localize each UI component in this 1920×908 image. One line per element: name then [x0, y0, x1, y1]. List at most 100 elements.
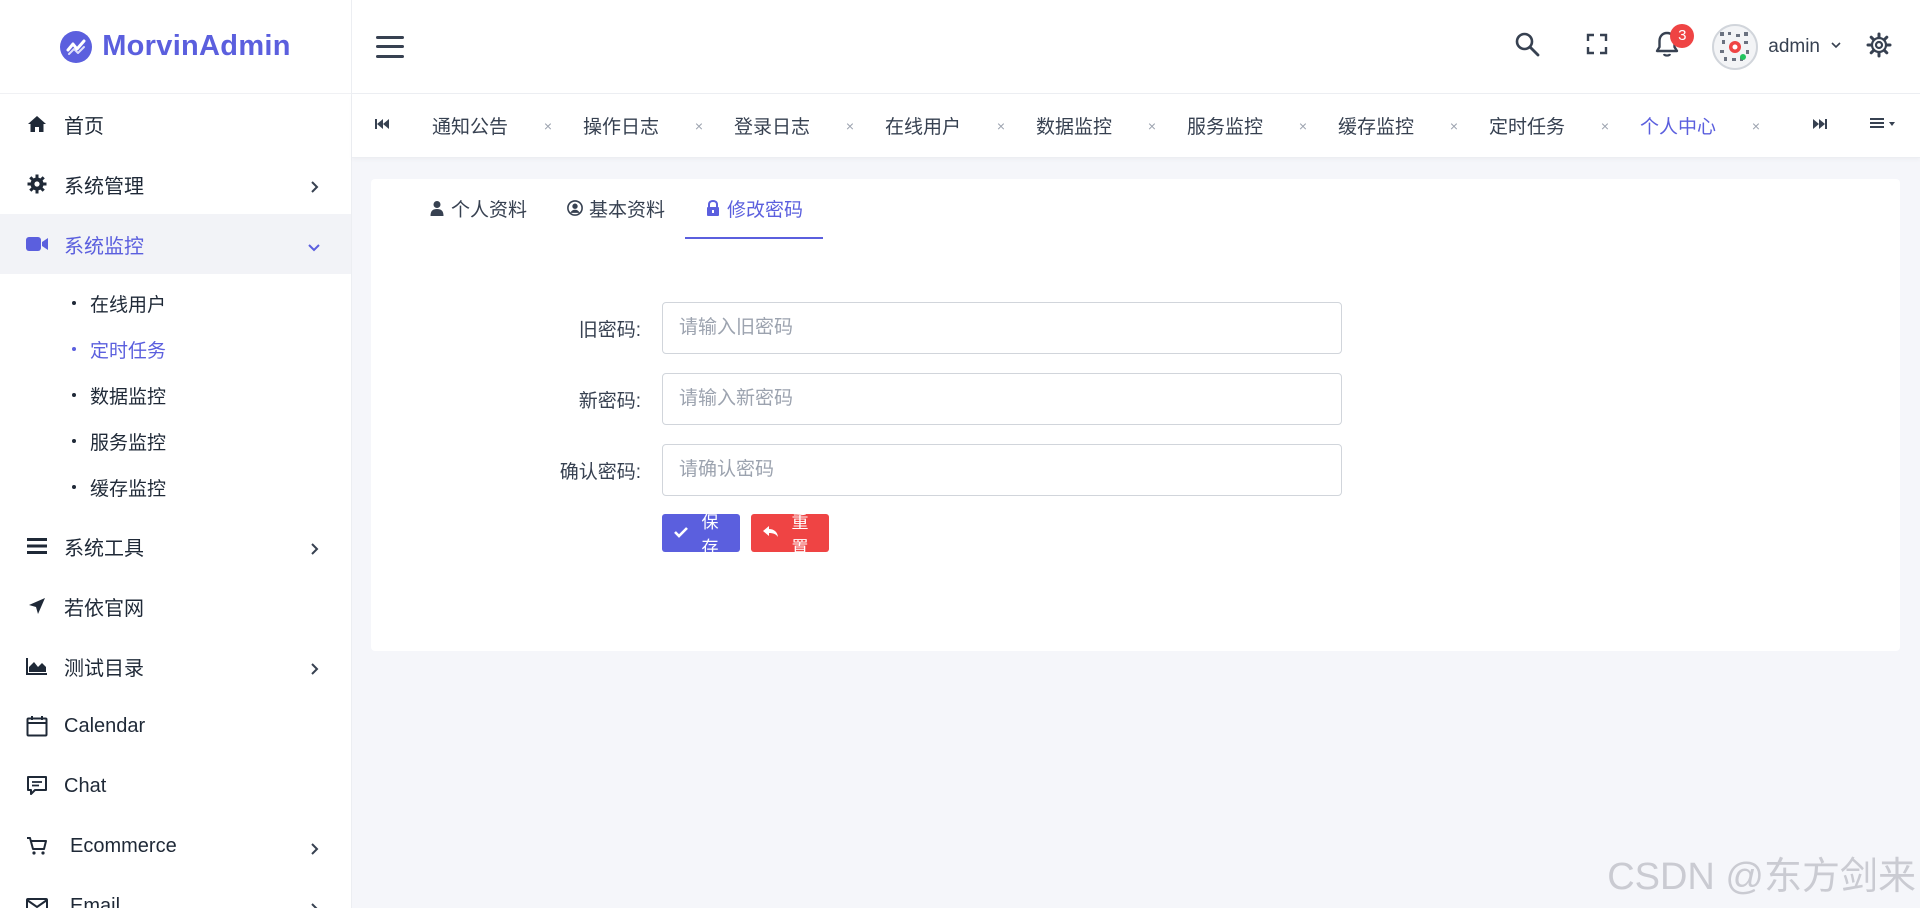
hamburger-line [376, 45, 404, 48]
sidebar-toggle-button[interactable] [376, 35, 404, 58]
profile-card: 个人资料 基本资料 修改密码 旧密码: 新密码: 确认密码: 保 存 重 置 [371, 179, 1900, 651]
confirm-password-row: 确认密码: [371, 444, 1900, 496]
new-password-label: 新密码: [578, 390, 641, 412]
chevron-down-icon [1830, 38, 1842, 56]
sidebar-item-label: Ecommerce [70, 834, 177, 857]
calendar-icon [26, 715, 48, 737]
sidebar-item-email[interactable]: Email [0, 876, 351, 908]
submenu-system-monitor: 在线用户 定时任务 数据监控 服务监控 缓存监控 [0, 274, 351, 516]
sidebar-item-test-directory[interactable]: 测试目录 [0, 636, 351, 696]
tab-basic-info[interactable]: 基本资料 [547, 179, 685, 239]
notifications-button[interactable]: 3 [1632, 22, 1702, 72]
old-password-label: 旧密码: [578, 319, 641, 341]
location-arrow-icon [26, 595, 48, 617]
tab-close-button[interactable]: × [1590, 118, 1620, 134]
reply-icon [763, 523, 779, 543]
tab-change-password[interactable]: 修改密码 [685, 179, 824, 239]
tab-close-button[interactable]: × [986, 118, 1016, 134]
tab-personal-info[interactable]: 个人资料 [409, 179, 547, 239]
hamburger-line [376, 35, 404, 39]
reset-button-label: 重 置 [791, 513, 809, 557]
sidebar-item-label: Email [70, 894, 121, 908]
tabs-scroll-left-button[interactable] [352, 94, 412, 158]
sidebar-item-ruoyi-site[interactable]: 若依官网 [0, 576, 351, 636]
search-button[interactable] [1492, 22, 1562, 72]
chevron-right-icon [307, 839, 321, 855]
brand-logo-icon [60, 30, 93, 63]
check-icon [674, 523, 688, 543]
tab-label: 个人中心 [1640, 117, 1717, 138]
sidebar-item-system-tools[interactable]: 系统工具 [0, 516, 351, 576]
tab-cache-monitor[interactable]: 缓存监控 × [1318, 94, 1469, 158]
tab-server-monitor[interactable]: 服务监控 × [1167, 94, 1318, 158]
submenu-item-label: 缓存监控 [90, 478, 167, 500]
brand-name: MorvinAdmin [102, 30, 291, 62]
avatar [1712, 23, 1759, 70]
sidebar-item-chat[interactable]: Chat [0, 756, 351, 816]
new-password-input[interactable] [662, 373, 1342, 425]
tabs-bar: 通知公告 × 操作日志 × 登录日志 × 在线用户 × 数据监控 × 服务监控 × 缓存监控… [352, 94, 1920, 158]
tab-close-button[interactable]: × [835, 118, 865, 134]
tab-close-button[interactable]: × [684, 118, 714, 134]
fullscreen-button[interactable] [1562, 22, 1632, 72]
tab-close-button[interactable]: × [1288, 118, 1318, 134]
tab-close-button[interactable]: × [533, 118, 563, 134]
sidebar-item-system-monitor[interactable]: 系统监控 [0, 214, 351, 274]
sidebar-item-label: 系统管理 [64, 175, 144, 198]
notification-badge: 3 [1670, 23, 1695, 48]
tab-personal-center[interactable]: 个人中心 × [1620, 94, 1771, 158]
tab-notices[interactable]: 通知公告 × [412, 94, 563, 158]
tab-label: 缓存监控 [1338, 117, 1415, 138]
cart-icon [26, 835, 48, 857]
tab-close-button[interactable]: × [1439, 118, 1469, 134]
chevron-right-icon [307, 539, 321, 555]
chevron-right-icon [307, 899, 321, 908]
watermark: CSDN @东方剑来 [1607, 856, 1916, 898]
tab-close-button[interactable]: × [1137, 118, 1167, 134]
sidebar-item-system-management[interactable]: 系统管理 [0, 154, 351, 214]
tab-close-button[interactable]: × [1741, 118, 1771, 134]
sidebar-item-label: Calendar [64, 714, 146, 737]
chevron-down-icon [307, 237, 321, 252]
sidebar-item-home[interactable]: 首页 [0, 94, 351, 154]
sidebar-item-label: 若依官网 [64, 597, 144, 620]
save-button[interactable]: 保 存 [662, 513, 740, 557]
change-password-form: 旧密码: 新密码: 确认密码: 保 存 重 置 [371, 302, 1900, 557]
video-camera-icon [26, 233, 48, 255]
chevron-right-icon [307, 177, 321, 193]
tab-scheduled-tasks[interactable]: 定时任务 × [1469, 94, 1620, 158]
submenu-item-scheduled-tasks[interactable]: 定时任务 [0, 326, 351, 372]
tab-label: 操作日志 [583, 117, 660, 138]
mail-icon [26, 895, 48, 908]
tab-label: 通知公告 [432, 117, 509, 138]
submenu-item-data-monitor[interactable]: 数据监控 [0, 372, 351, 418]
tabs-scroll-right-button[interactable] [1790, 94, 1850, 158]
bars-icon [26, 535, 48, 557]
tab-label: 个人资料 [451, 199, 528, 221]
tab-login-logs[interactable]: 登录日志 × [714, 94, 865, 158]
settings-button[interactable] [1866, 32, 1896, 62]
profile-tabs: 个人资料 基本资料 修改密码 [371, 179, 1900, 239]
user-circle-icon [567, 200, 583, 216]
sidebar-item-calendar[interactable]: Calendar [0, 696, 351, 756]
tab-operation-logs[interactable]: 操作日志 × [563, 94, 714, 158]
skip-forward-icon [1813, 117, 1827, 135]
old-password-input[interactable] [662, 302, 1342, 354]
tab-label: 定时任务 [1489, 117, 1566, 138]
user-menu[interactable]: admin [1712, 23, 1842, 70]
submenu-item-label: 在线用户 [90, 294, 167, 316]
confirm-password-input[interactable] [662, 444, 1342, 496]
tabs-options-button[interactable] [1850, 94, 1920, 158]
chevron-right-icon [307, 659, 321, 675]
brand-logo[interactable]: MorvinAdmin [0, 0, 351, 94]
submenu-item-cache-monitor[interactable]: 缓存监控 [0, 464, 351, 510]
tab-data-monitor[interactable]: 数据监控 × [1016, 94, 1167, 158]
sidebar-item-ecommerce[interactable]: Ecommerce [0, 816, 351, 876]
submenu-item-online-users[interactable]: 在线用户 [0, 280, 351, 326]
reset-button[interactable]: 重 置 [751, 513, 829, 557]
tab-online-users[interactable]: 在线用户 × [865, 94, 1016, 158]
tab-label: 修改密码 [727, 199, 804, 221]
chat-icon [26, 775, 48, 797]
submenu-item-server-monitor[interactable]: 服务监控 [0, 418, 351, 464]
sidebar-item-label: 系统监控 [64, 235, 144, 258]
